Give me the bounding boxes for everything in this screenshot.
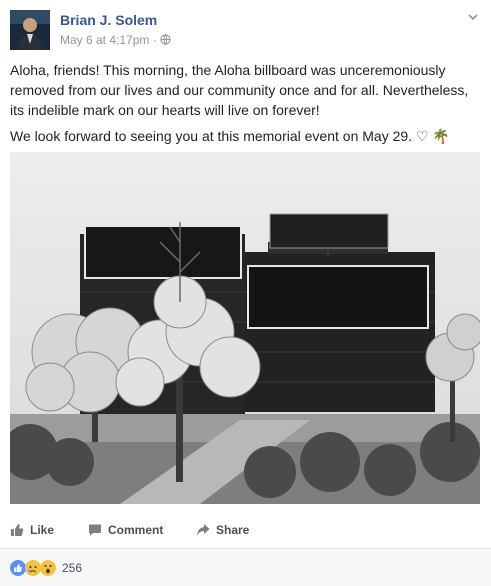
share-label: Share: [216, 523, 250, 537]
comment-label: Comment: [108, 523, 164, 537]
comment-icon: [89, 524, 101, 536]
post-text: Aloha, friends! This morning, the Aloha …: [10, 60, 478, 152]
post-timestamp[interactable]: May 6 at 4:17pm: [60, 33, 149, 47]
post-card: Brian J. Solem May 6 at 4:17pm · Aloha, …: [0, 0, 491, 586]
post-actions: Like Comment Share: [10, 516, 480, 544]
reactions-bar[interactable]: 256: [0, 548, 491, 586]
sad-reaction-icon: [25, 560, 41, 576]
like-label: Like: [30, 523, 55, 537]
post-paragraph-2: We look forward to seeing you at this me…: [10, 128, 450, 144]
post-photo[interactable]: [10, 152, 480, 504]
share-button[interactable]: Share: [196, 516, 249, 544]
thumbs-up-icon: [11, 524, 24, 536]
comment-button[interactable]: Comment: [88, 516, 163, 544]
meta-separator: ·: [152, 33, 157, 47]
author-name[interactable]: Brian J. Solem: [60, 12, 157, 28]
like-reaction-icon: [10, 560, 26, 576]
avatar[interactable]: [10, 10, 50, 50]
wow-reaction-icon: [40, 560, 56, 576]
globe-icon: [160, 33, 171, 47]
like-button[interactable]: Like: [10, 516, 54, 544]
reaction-count[interactable]: 256: [62, 561, 82, 575]
post-meta: May 6 at 4:17pm ·: [60, 33, 171, 47]
share-arrow-icon: [197, 524, 210, 536]
chevron-down-icon[interactable]: [466, 10, 480, 24]
post-paragraph-1: Aloha, friends! This morning, the Aloha …: [10, 62, 469, 118]
post-header: Brian J. Solem May 6 at 4:17pm ·: [10, 10, 480, 50]
